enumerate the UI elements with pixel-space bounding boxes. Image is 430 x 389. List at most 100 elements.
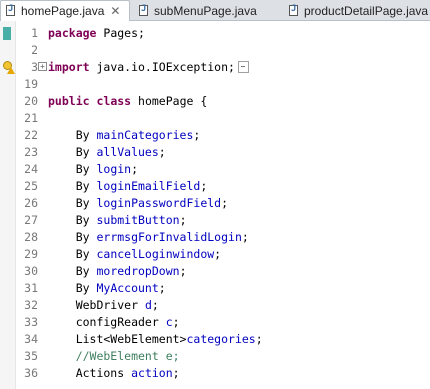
field-token: loginPasswordField bbox=[96, 196, 222, 210]
code-line[interactable]: 35 //WebElement e; bbox=[0, 348, 430, 365]
keyword-token: class bbox=[96, 94, 132, 108]
tab-label: productDetailPage.java bbox=[304, 4, 429, 18]
code-line[interactable]: 32 WebDriver d; bbox=[0, 297, 430, 314]
code-line[interactable]: 36 Actions action; bbox=[0, 365, 430, 382]
tab-productdetailpage-java[interactable]: J productDetailPage.java bbox=[284, 1, 430, 21]
code-text: public class homePage { bbox=[48, 93, 207, 110]
code-token: By bbox=[48, 264, 97, 278]
code-line[interactable]: 33 configReader c; bbox=[0, 314, 430, 331]
line-number: 19 bbox=[24, 77, 38, 91]
line-number: 36 bbox=[24, 366, 38, 380]
line-number: 22 bbox=[24, 128, 38, 142]
code-token: Actions bbox=[48, 366, 132, 380]
code-token: ; bbox=[221, 196, 229, 210]
code-text: package Pages; bbox=[48, 25, 145, 42]
code-line[interactable]: 23 By allValues; bbox=[0, 144, 430, 161]
line-number: 21 bbox=[24, 111, 38, 125]
field-token: MyAccount bbox=[96, 281, 159, 295]
java-file-icon: J bbox=[6, 4, 15, 16]
code-token: By bbox=[48, 247, 97, 261]
comment-token: //WebElement e; bbox=[48, 349, 180, 363]
field-token: c bbox=[165, 315, 173, 329]
editor-tab-bar: J homePage.java ✕ J subMenuPage.java J p… bbox=[0, 0, 430, 21]
code-text: import java.io.IOException; bbox=[48, 59, 249, 76]
line-number: 26 bbox=[24, 196, 38, 210]
line-number: 3 bbox=[31, 60, 38, 74]
code-line[interactable]: 20 public class homePage { bbox=[0, 93, 430, 110]
tab-label: subMenuPage.java bbox=[154, 4, 257, 18]
field-token: allValues bbox=[96, 145, 159, 159]
code-token: ; bbox=[214, 247, 222, 261]
code-line[interactable]: 31 By MyAccount; bbox=[0, 280, 430, 297]
code-token: ; bbox=[255, 332, 263, 346]
code-token: Pages; bbox=[96, 26, 145, 40]
code-text: //WebElement e; bbox=[48, 348, 180, 365]
line-number: 24 bbox=[24, 162, 38, 176]
code-line[interactable]: 27 By submitButton; bbox=[0, 212, 430, 229]
code-text: By errmsgForInvalidLogin; bbox=[48, 229, 249, 246]
code-line[interactable]: 29 By cancelLoginwindow; bbox=[0, 246, 430, 263]
code-text: By cancelLoginwindow; bbox=[48, 246, 221, 263]
code-line[interactable]: 19 bbox=[0, 76, 430, 93]
code-text: By loginEmailField; bbox=[48, 178, 208, 195]
tab-submenupage-java[interactable]: J subMenuPage.java bbox=[134, 1, 274, 21]
code-line[interactable]: 34 List<WebElement>categories; bbox=[0, 331, 430, 348]
code-token: By bbox=[48, 196, 97, 210]
line-number: 32 bbox=[24, 298, 38, 312]
tab-label: homePage.java bbox=[21, 4, 105, 18]
code-token: ; bbox=[193, 128, 201, 142]
code-token: ; bbox=[131, 162, 139, 176]
code-token: ; bbox=[172, 315, 180, 329]
line-number: 2 bbox=[31, 43, 38, 57]
fold-expand-icon[interactable]: + bbox=[38, 62, 47, 71]
line-number: 31 bbox=[24, 281, 38, 295]
code-line[interactable]: 1 package Pages; bbox=[0, 25, 430, 42]
code-line[interactable]: 3 + import java.io.IOException; bbox=[0, 59, 430, 76]
code-token: ; bbox=[158, 281, 166, 295]
java-file-icon: J bbox=[289, 4, 298, 16]
code-line[interactable]: 24 By login; bbox=[0, 161, 430, 178]
line-number: 25 bbox=[24, 179, 38, 193]
tab-homepage-java[interactable]: J homePage.java ✕ bbox=[0, 0, 130, 21]
line-number: 23 bbox=[24, 145, 38, 159]
field-token: categories bbox=[186, 332, 256, 346]
code-token: ; bbox=[200, 179, 208, 193]
code-token: List<WebElement> bbox=[48, 332, 187, 346]
code-token: ; bbox=[241, 230, 249, 244]
code-token: WebDriver bbox=[48, 298, 145, 312]
close-tab-icon[interactable]: ✕ bbox=[110, 4, 120, 18]
code-token: homePage { bbox=[131, 94, 208, 108]
code-token: java.io.IOException; bbox=[89, 60, 235, 74]
folded-region-icon[interactable] bbox=[237, 60, 249, 73]
code-line[interactable]: 25 By loginEmailField; bbox=[0, 178, 430, 195]
code-line[interactable]: 21 bbox=[0, 110, 430, 127]
code-line[interactable]: 22 By mainCategories; bbox=[0, 127, 430, 144]
code-token: By bbox=[48, 162, 97, 176]
java-file-icon: J bbox=[139, 4, 148, 16]
line-number: 1 bbox=[31, 26, 38, 40]
code-token: By bbox=[48, 230, 97, 244]
code-text: By mainCategories; bbox=[48, 127, 201, 144]
code-text: Actions action; bbox=[48, 365, 180, 382]
code-editor[interactable]: 1 package Pages; 2 3 + import java.io.IOExcep… bbox=[0, 21, 430, 389]
code-token: configReader bbox=[48, 315, 166, 329]
code-text: By moredropDown; bbox=[48, 263, 187, 280]
code-token: By bbox=[48, 179, 97, 193]
code-text: By login; bbox=[48, 161, 138, 178]
code-token: By bbox=[48, 281, 97, 295]
warning-lightbulb-icon[interactable] bbox=[3, 61, 15, 74]
code-line[interactable]: 2 bbox=[0, 42, 430, 59]
code-text: By loginPasswordField; bbox=[48, 195, 228, 212]
code-token: ; bbox=[158, 145, 166, 159]
line-number: 35 bbox=[24, 349, 38, 363]
code-line[interactable]: 30 By moredropDown; bbox=[0, 263, 430, 280]
code-text: By submitButton; bbox=[48, 212, 187, 229]
code-line[interactable]: 26 By loginPasswordField; bbox=[0, 195, 430, 212]
line-number: 27 bbox=[24, 213, 38, 227]
code-token: By bbox=[48, 213, 97, 227]
field-token: cancelLoginwindow bbox=[96, 247, 215, 261]
keyword-token: package bbox=[48, 26, 97, 40]
code-line[interactable]: 28 By errmsgForInvalidLogin; bbox=[0, 229, 430, 246]
field-token: errmsgForInvalidLogin bbox=[96, 230, 242, 244]
code-text: configReader c; bbox=[48, 314, 180, 331]
